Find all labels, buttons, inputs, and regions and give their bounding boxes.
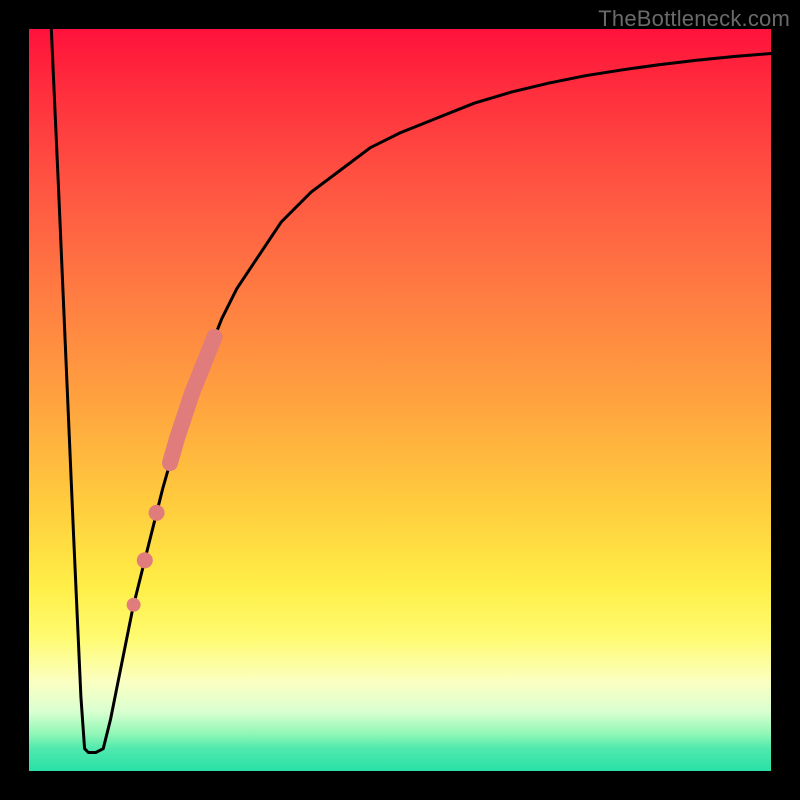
highlight-thick-segment [170, 337, 215, 463]
plot-area [29, 29, 771, 771]
highlight-dots [127, 505, 165, 612]
highlight-dot [127, 598, 141, 612]
bottleneck-curve [51, 29, 771, 753]
curve-layer [29, 29, 771, 771]
highlight-dot [137, 552, 153, 568]
watermark-text: TheBottleneck.com [598, 6, 790, 32]
chart-frame: TheBottleneck.com [0, 0, 800, 800]
highlight-dot [149, 505, 165, 521]
